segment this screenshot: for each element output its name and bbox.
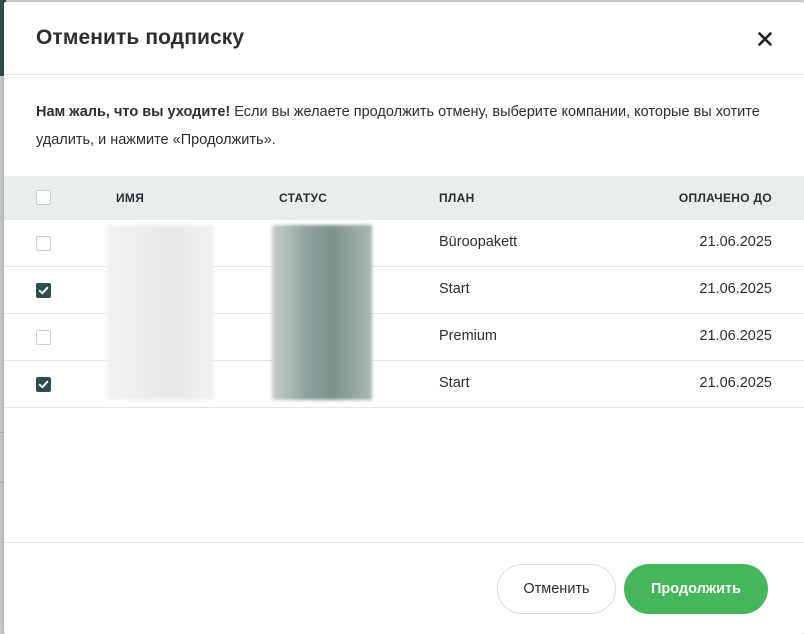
close-button[interactable] [752, 26, 778, 52]
row-checkbox[interactable] [36, 377, 51, 392]
row-plan: Büroopakett [439, 234, 518, 250]
row-checkbox[interactable] [36, 330, 51, 345]
row-paid-until: 21.06.2025 [699, 281, 772, 297]
cancel-button[interactable]: Отменить [497, 564, 616, 614]
row-plan: Start [439, 375, 470, 391]
dialog-intro: Нам жаль, что вы уходите! Если вы желает… [36, 98, 766, 154]
intro-emphasis: Нам жаль, что вы уходите! [36, 104, 231, 120]
close-icon [758, 32, 772, 46]
column-header-plan: ПЛАН [439, 191, 475, 205]
row-checkbox[interactable] [36, 236, 51, 251]
column-header-status: СТАТУС [279, 191, 328, 205]
check-icon [38, 380, 49, 389]
dialog-footer: Отменить Продолжить [4, 542, 804, 634]
row-paid-until: 21.06.2025 [699, 328, 772, 344]
column-header-name: ИМЯ [116, 191, 145, 205]
row-plan: Start [439, 281, 470, 297]
dialog-title: Отменить подписку [36, 26, 245, 49]
row-plan: Premium [439, 328, 498, 344]
row-paid-until: 21.06.2025 [699, 375, 772, 391]
select-all-checkbox[interactable] [36, 190, 51, 205]
redacted-statuses [272, 225, 372, 400]
continue-button[interactable]: Продолжить [624, 564, 768, 614]
check-icon [38, 286, 49, 295]
table-header: ИМЯ СТАТУС ПЛАН ОПЛАЧЕНО ДО [4, 176, 804, 220]
cancel-subscription-dialog: Отменить подписку Нам жаль, что вы уходи… [4, 2, 804, 634]
dialog-header: Отменить подписку [4, 2, 804, 75]
column-header-paid-until: ОПЛАЧЕНО ДО [678, 191, 772, 205]
redacted-company-names [106, 225, 214, 400]
row-paid-until: 21.06.2025 [699, 234, 772, 250]
row-checkbox[interactable] [36, 283, 51, 298]
